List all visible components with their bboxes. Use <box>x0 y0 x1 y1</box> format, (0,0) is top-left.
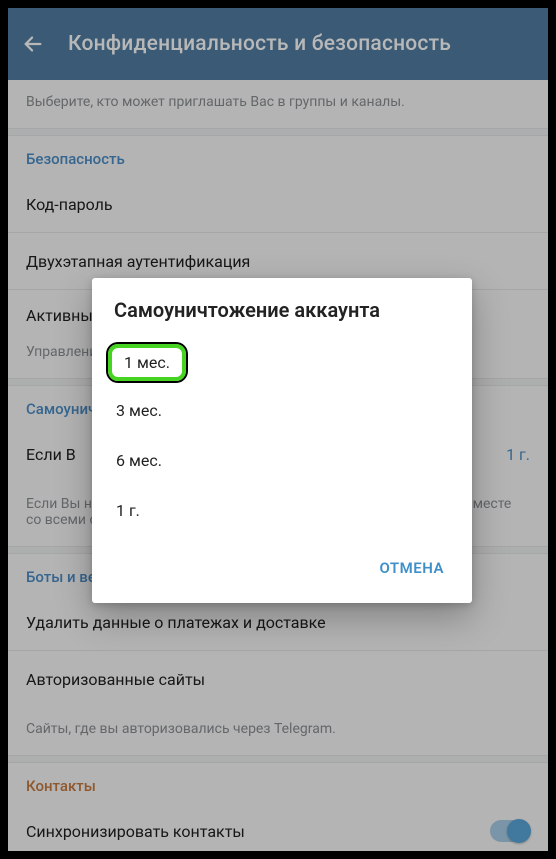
dialog-title: Самоуничтожение аккаунта <box>92 278 472 334</box>
option-3-months[interactable]: 3 мес. <box>102 385 462 435</box>
cancel-button[interactable]: ОТМЕНА <box>370 551 455 585</box>
settings-screen: Конфиденциальность и безопасность Выбери… <box>8 8 548 851</box>
option-1-month[interactable]: 1 мес. <box>108 344 186 381</box>
dialog-options: 1 мес. 3 мес. 6 мес. 1 г. <box>92 334 472 535</box>
option-6-months[interactable]: 6 мес. <box>102 435 462 485</box>
dialog-actions: ОТМЕНА <box>92 535 472 597</box>
selfdestruct-dialog: Самоуничтожение аккаунта 1 мес. 3 мес. 6… <box>92 278 472 603</box>
option-1-year[interactable]: 1 г. <box>102 485 462 535</box>
